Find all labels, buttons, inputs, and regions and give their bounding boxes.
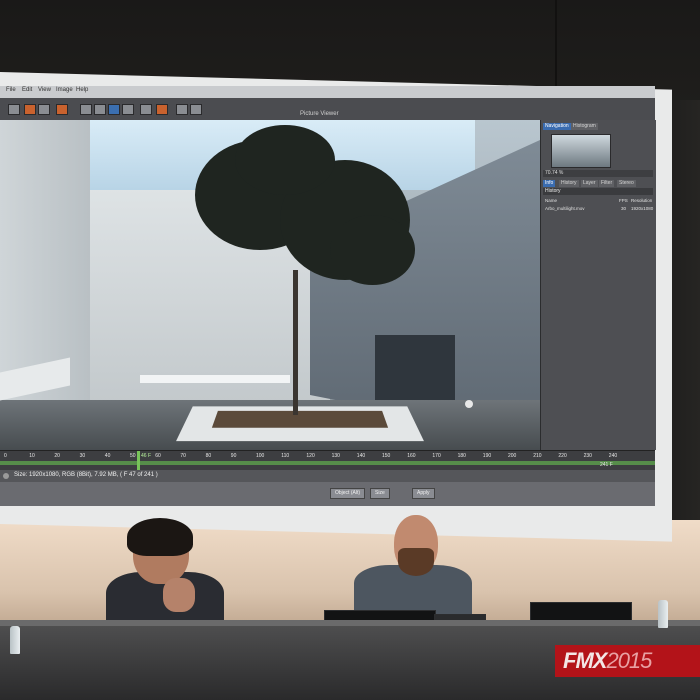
timeline-tick-label: 70 [180, 453, 186, 459]
history-col-name: Name [545, 198, 558, 203]
timeline-tick-label: 230 [583, 453, 592, 459]
save-icon[interactable] [38, 104, 50, 115]
render-tree-trunk [293, 270, 298, 415]
render-tree-canopy [235, 125, 335, 195]
ab-icon[interactable] [94, 104, 106, 115]
history-item-fps: 30 [621, 206, 627, 211]
timeline-tick-label: 130 [331, 453, 340, 459]
history-item-name[interactable]: Arbo_multilight.mov [545, 206, 585, 211]
timeline-tick-label: 220 [558, 453, 567, 459]
panelist-left-hair [127, 518, 193, 556]
tab-stereo[interactable]: Stereo [617, 180, 636, 187]
timeline-tick-label: 40 [104, 453, 111, 459]
timeline-tick-label: 120 [306, 453, 315, 459]
render-soil [211, 410, 389, 428]
render-icon[interactable] [24, 104, 36, 115]
filter-icon[interactable] [122, 104, 134, 115]
open-icon[interactable] [8, 104, 20, 115]
water-bottle [10, 626, 20, 654]
projected-app-window: File Edit View Image Help Picture Viewer [0, 86, 656, 506]
render-tree-canopy [330, 215, 415, 285]
history-header: History [543, 188, 653, 195]
timeline-tick-label: 140 [356, 453, 366, 459]
timeline-tick-label: 100 [256, 453, 265, 459]
fmx-brand: FMX [563, 648, 607, 673]
menu-bar: File Edit View Image Help [0, 86, 655, 98]
timeline-tick-label: 20 [54, 453, 60, 459]
timeline-tick-label: 30 [79, 453, 86, 459]
zoom-value: 70.74 % [545, 170, 564, 176]
tab-filter[interactable]: Filter [599, 180, 615, 187]
apply-button[interactable]: Apply [412, 488, 435, 499]
zoom-slider[interactable]: 70.74 % [543, 170, 653, 177]
timeline-tick-label: 160 [407, 453, 416, 459]
fmx-logo-sign: FMX2015 [555, 645, 700, 677]
side-panel: Navigation Histogram 70.74 % Info Histor… [540, 120, 656, 450]
menu-image[interactable]: Image [56, 87, 73, 93]
timeline-tick-label: 60 [155, 453, 161, 459]
history-col-fps: FPS [619, 198, 628, 203]
timeline-tick-label: 50 [130, 453, 136, 459]
tab-info[interactable]: Info [543, 180, 556, 187]
panelist-left-hand [163, 578, 195, 612]
navigator-thumbnail[interactable] [551, 134, 611, 168]
timeline-tick-label: 80 [205, 453, 212, 459]
window-title: Picture Viewer [300, 111, 339, 117]
timeline-tick-label: 10 [29, 453, 35, 459]
water-bottle [658, 600, 668, 628]
fit-icon[interactable] [176, 104, 188, 115]
timeline-cached-frames [0, 461, 655, 465]
stop-icon[interactable] [56, 104, 68, 115]
tab-layer[interactable]: Layer [581, 180, 598, 187]
tab-navigation[interactable]: Navigation [543, 123, 571, 130]
timeline-tick-label: 110 [281, 453, 290, 459]
render-bench-back [140, 375, 290, 383]
history-col-res: Resolution [631, 198, 653, 203]
toolbar: Picture Viewer [0, 98, 655, 121]
tab-histogram[interactable]: Histogram [571, 123, 598, 130]
menu-file[interactable]: File [6, 87, 16, 93]
size-dropdown[interactable]: Size [370, 488, 390, 499]
timeline-tick-label: 0 [4, 453, 7, 459]
timeline-tick-label: 180 [457, 453, 466, 459]
fmx-logo-text: FMX2015 [563, 648, 652, 674]
grid-icon[interactable] [190, 104, 202, 115]
compare-icon[interactable] [80, 104, 92, 115]
channel-icon[interactable] [108, 104, 120, 115]
zoom-icon[interactable] [140, 104, 152, 115]
timeline-tick-label: 170 [432, 453, 441, 459]
timeline-tick-label: 210 [533, 453, 542, 459]
timeline-tick-label: 240 [608, 453, 618, 459]
status-bar: Size: 1920x1080, RGB (8Bit), 7.92 MB, ( … [0, 470, 655, 482]
object-dropdown[interactable]: Object (Alt) [330, 488, 366, 499]
render-sphere [465, 400, 473, 408]
timeline-tick-label: 200 [508, 453, 517, 459]
timeline[interactable]: 0 10 20 30 40 50 60 70 80 90 100 110 120 130 140 150 160… [0, 450, 655, 471]
timeline-tick-label: 90 [230, 453, 237, 459]
timeline-tick-label: 190 [482, 453, 492, 459]
tab-history[interactable]: History [559, 180, 579, 187]
status-text: Size: 1920x1080, RGB (8Bit), 7.92 MB, ( … [14, 472, 158, 478]
timeline-tick-label: 150 [382, 453, 391, 459]
panelist-right-beard [398, 548, 434, 576]
render-viewport[interactable] [0, 120, 540, 450]
history-title: History [545, 188, 561, 194]
fmx-year: 2015 [606, 648, 652, 673]
current-frame: 46 F [141, 453, 152, 459]
menu-view[interactable]: View [38, 87, 51, 93]
menu-help[interactable]: Help [76, 87, 88, 93]
status-icon [3, 473, 9, 479]
end-frame: 241 F [600, 462, 613, 468]
bottom-controls: Object (Alt) Size Apply [0, 482, 655, 506]
history-item-res: 1920x1080 [631, 206, 654, 211]
timeline-playhead[interactable] [137, 451, 140, 471]
stereo-icon[interactable] [156, 104, 168, 115]
menu-edit[interactable]: Edit [22, 87, 32, 93]
